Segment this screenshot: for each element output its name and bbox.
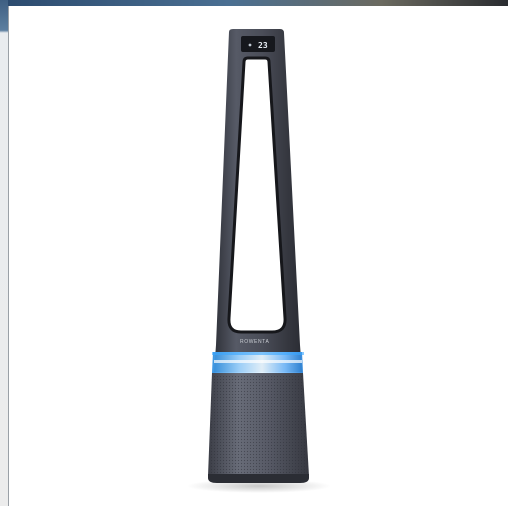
ring-glow-band xyxy=(212,352,304,355)
screenshot-canvas: 23 ROWENTA xyxy=(0,0,508,506)
ring-highlight xyxy=(214,360,302,363)
brand-label: ROWENTA xyxy=(240,339,269,345)
display-indicator-icon xyxy=(248,43,252,47)
display-readout: 23 xyxy=(258,41,268,50)
base-grille xyxy=(209,376,308,474)
base-foot xyxy=(208,474,309,483)
bladeless-tower-fan-image: 23 ROWENTA xyxy=(187,29,331,493)
